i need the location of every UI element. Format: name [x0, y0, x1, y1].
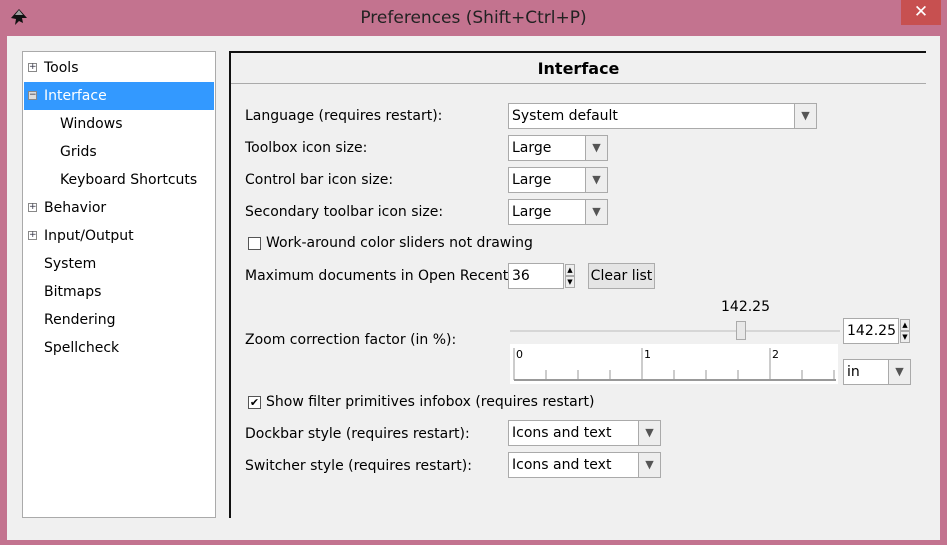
max-documents-value: 36: [512, 268, 530, 284]
clear-list-button[interactable]: Clear list: [588, 263, 655, 289]
tree-item-label: Interface: [44, 88, 107, 104]
tree-item-input-output[interactable]: + Input/Output: [24, 222, 214, 250]
filter-infobox-checkbox[interactable]: ✔: [248, 396, 261, 409]
dockbar-style-select[interactable]: Icons and text ▼: [508, 420, 661, 446]
tree-item-label: Spellcheck: [44, 340, 120, 356]
spin-up-icon[interactable]: ▲: [565, 264, 575, 276]
collapse-icon[interactable]: −: [28, 91, 37, 100]
close-button[interactable]: ✕: [901, 0, 941, 25]
dockbar-value: Icons and text: [512, 425, 612, 441]
tree-item-label: Bitmaps: [44, 284, 102, 300]
workaround-label: Work-around color sliders not drawing: [266, 235, 533, 251]
filter-infobox-label: Show filter primitives infobox (requires…: [266, 394, 595, 410]
tree-item-label: Grids: [60, 144, 97, 160]
max-documents-spinner[interactable]: 36 ▲ ▼: [508, 263, 575, 289]
tree-item-interface[interactable]: − Interface: [24, 82, 214, 110]
switcher-style-label: Switcher style (requires restart):: [245, 458, 472, 474]
chevron-down-icon: ▼: [888, 360, 910, 384]
tree-item-label: Keyboard Shortcuts: [60, 172, 198, 188]
tree-item-keyboard-shortcuts[interactable]: Keyboard Shortcuts: [24, 166, 214, 194]
expand-icon[interactable]: +: [28, 63, 37, 72]
tree-item-label: Rendering: [44, 312, 116, 328]
tree-item-label: System: [44, 256, 97, 272]
divider: [231, 83, 926, 84]
ruler-label: 2: [772, 348, 779, 361]
spin-up-icon[interactable]: ▲: [900, 319, 910, 331]
zoom-correction-label: Zoom correction factor (in %):: [245, 332, 457, 348]
chevron-down-icon: ▼: [585, 200, 607, 224]
control-bar-icon-size-select[interactable]: Large ▼: [508, 167, 608, 193]
switcher-style-select[interactable]: Icons and text ▼: [508, 452, 661, 478]
controlbar-value: Large: [512, 172, 552, 188]
language-label: Language (requires restart):: [245, 108, 443, 124]
chevron-down-icon: ▼: [638, 421, 660, 445]
control-bar-icon-size-label: Control bar icon size:: [245, 172, 394, 188]
language-select[interactable]: System default ▼: [508, 103, 817, 129]
zoom-ruler: 0 1 2: [510, 344, 838, 384]
preferences-tree[interactable]: + Tools − Interface Windows Grids Keyboard Sho…: [22, 51, 216, 518]
panel-title: Interface: [537, 59, 620, 78]
tree-item-bitmaps[interactable]: Bitmaps: [24, 278, 214, 306]
zoom-correction-value: 142.25: [847, 323, 896, 339]
tree-item-label: Windows: [60, 116, 123, 132]
zoom-slider-value: 142.25: [721, 299, 770, 315]
tree-item-label: Behavior: [44, 200, 107, 216]
language-value: System default: [512, 108, 618, 124]
tree-item-system[interactable]: System: [24, 250, 214, 278]
toolbox-icon-size-label: Toolbox icon size:: [245, 140, 368, 156]
chevron-down-icon: ▼: [585, 136, 607, 160]
tree-item-label: Tools: [44, 60, 79, 76]
checkmark-icon: ✔: [249, 396, 260, 409]
chevron-down-icon: ▼: [585, 168, 607, 192]
dockbar-style-label: Dockbar style (requires restart):: [245, 426, 470, 442]
ruler-label: 0: [516, 348, 523, 361]
tree-item-label: Input/Output: [44, 228, 134, 244]
close-icon: ✕: [913, 2, 929, 22]
secondary-value: Large: [512, 204, 552, 220]
ruler-label: 1: [644, 348, 651, 361]
secondary-toolbar-icon-size-select[interactable]: Large ▼: [508, 199, 608, 225]
tree-item-behavior[interactable]: + Behavior: [24, 194, 214, 222]
expand-icon[interactable]: +: [28, 203, 37, 212]
zoom-slider-track[interactable]: [510, 330, 840, 332]
secondary-toolbar-icon-size-label: Secondary toolbar icon size:: [245, 204, 444, 220]
tree-item-rendering[interactable]: Rendering: [24, 306, 214, 334]
tree-item-windows[interactable]: Windows: [24, 110, 214, 138]
spin-down-icon[interactable]: ▼: [565, 276, 575, 288]
tree-item-tools[interactable]: + Tools: [24, 54, 214, 82]
zoom-slider-handle[interactable]: [736, 321, 746, 340]
window-title: Preferences (Shift+Ctrl+P): [360, 8, 587, 28]
interface-panel: Interface Language (requires restart): S…: [229, 51, 926, 518]
zoom-unit-select[interactable]: in ▼: [843, 359, 911, 385]
spin-down-icon[interactable]: ▼: [900, 331, 910, 343]
chevron-down-icon: ▼: [794, 104, 816, 128]
tree-item-spellcheck[interactable]: Spellcheck: [24, 334, 214, 362]
chevron-down-icon: ▼: [638, 453, 660, 477]
toolbox-value: Large: [512, 140, 552, 156]
expand-icon[interactable]: +: [28, 231, 37, 240]
toolbox-icon-size-select[interactable]: Large ▼: [508, 135, 608, 161]
zoom-unit-value: in: [847, 364, 860, 380]
workaround-checkbox[interactable]: [248, 237, 261, 250]
switcher-value: Icons and text: [512, 457, 612, 473]
max-documents-label: Maximum documents in Open Recent:: [245, 268, 513, 284]
tree-item-grids[interactable]: Grids: [24, 138, 214, 166]
zoom-correction-spinner[interactable]: 142.25 ▲ ▼: [843, 318, 910, 344]
